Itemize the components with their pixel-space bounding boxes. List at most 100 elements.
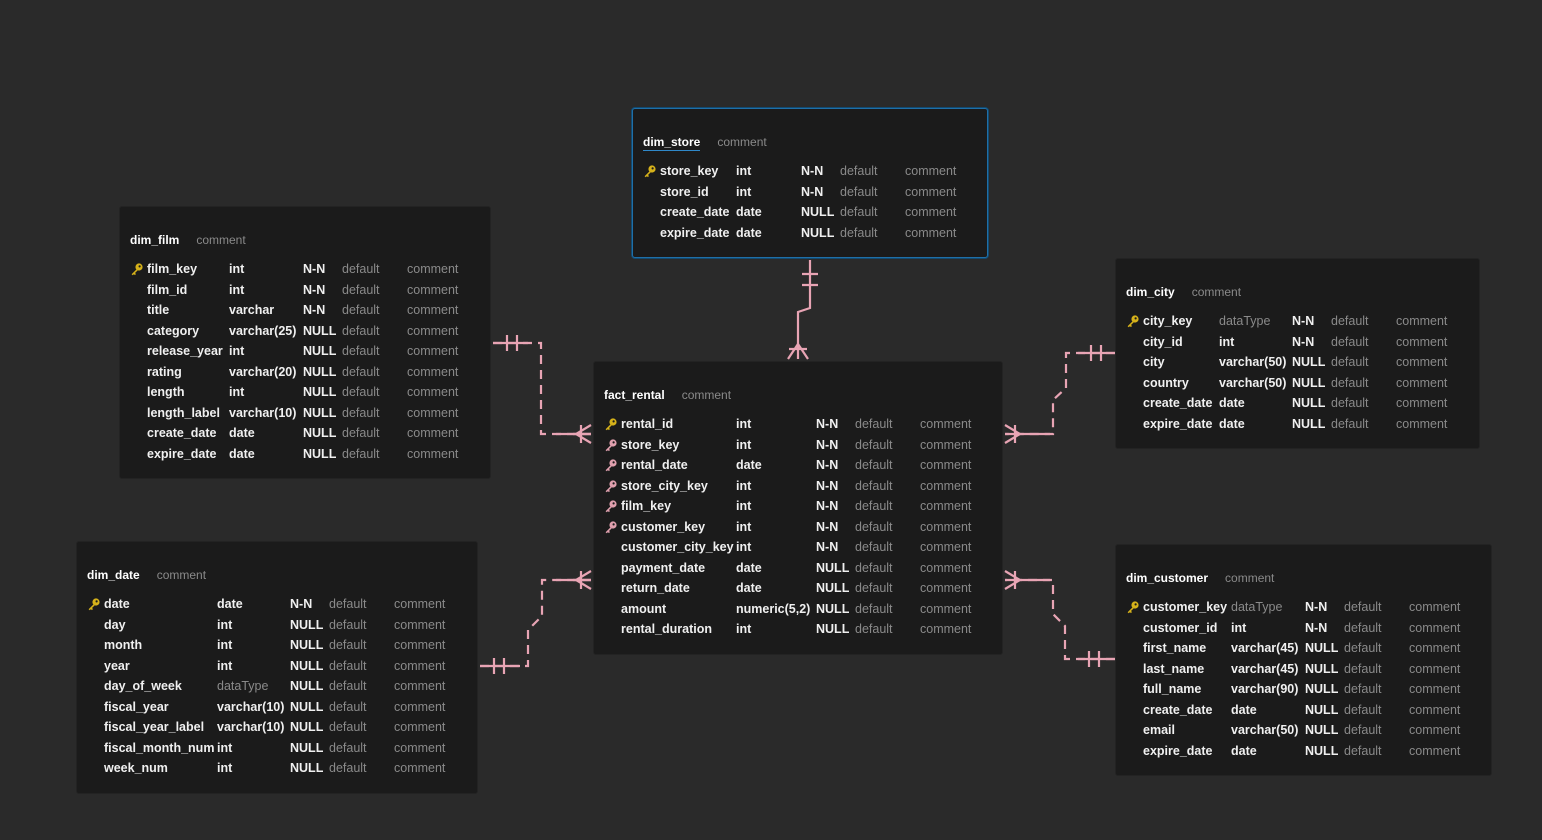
column-row[interactable]: length_label varchar(10) NULL default commen… <box>130 403 458 424</box>
column-row[interactable]: length int NULL default comment <box>130 382 458 403</box>
column-row[interactable]: first_name varchar(45) NULL default comment <box>1126 638 1460 659</box>
column-row[interactable]: expire_date date NULL default comment <box>1126 741 1460 762</box>
column-row[interactable]: release_year int NULL default comment <box>130 341 458 362</box>
column-row[interactable]: fiscal_month_num int NULL default comment <box>87 738 445 759</box>
table-fact-rental[interactable]: fact_rental comment rental_id int N-N default… <box>593 361 1003 655</box>
column-row[interactable]: customer_key dataType N-N default comment <box>1126 597 1460 618</box>
key-spacer <box>87 761 104 775</box>
column-name: last_name <box>1143 661 1205 676</box>
column-row[interactable]: return_date date NULL default comment <box>604 578 971 599</box>
table-header[interactable]: dim_city comment <box>1126 285 1241 301</box>
column-row[interactable]: title varchar N-N default comment <box>130 300 458 321</box>
column-row[interactable]: fiscal_year varchar(10) NULL default comment <box>87 697 445 718</box>
column-row[interactable]: rental_date date N-N default comment <box>604 455 971 476</box>
column-row[interactable]: rental_id int N-N default comment <box>604 414 971 435</box>
column-row[interactable]: payment_date date NULL default comment <box>604 558 971 579</box>
column-row[interactable]: category varchar(25) NULL default comment <box>130 321 458 342</box>
table-header[interactable]: dim_date comment <box>87 568 206 584</box>
column-type: date <box>229 426 255 441</box>
column-nullable: NULL <box>1292 375 1326 390</box>
table-comment[interactable]: comment <box>717 135 766 151</box>
column-row[interactable]: date date N-N default comment <box>87 594 445 615</box>
table-comment[interactable]: comment <box>196 233 245 249</box>
table-comment[interactable]: comment <box>682 388 731 404</box>
column-list: city_key dataType N-N default comment city_id… <box>1126 311 1447 434</box>
link-dim-date-fact-rental[interactable] <box>480 578 591 668</box>
table-header[interactable]: dim_store comment <box>643 135 767 151</box>
table-dim-store[interactable]: dim_store comment store_key int N-N default co… <box>632 108 988 258</box>
column-row[interactable]: last_name varchar(45) NULL default comment <box>1126 659 1460 680</box>
table-dim-date[interactable]: dim_date comment date date N-N default comment… <box>76 541 478 794</box>
column-row[interactable]: customer_key int N-N default comment <box>604 517 971 538</box>
column-comment: comment <box>1396 355 1448 370</box>
column-type: varchar <box>229 303 275 318</box>
column-row[interactable]: film_key int N-N default comment <box>130 259 458 280</box>
column-row[interactable]: week_num int NULL default comment <box>87 758 445 779</box>
link-dim-city-fact-rental[interactable] <box>1005 351 1115 436</box>
column-default: default <box>329 761 367 776</box>
column-row[interactable]: full_name varchar(90) NULL default comment <box>1126 679 1460 700</box>
column-row[interactable]: create_date date NULL default comment <box>643 202 956 223</box>
table-name[interactable]: dim_store <box>643 135 701 151</box>
column-row[interactable]: store_city_key int N-N default comment <box>604 476 971 497</box>
column-comment: comment <box>394 658 446 673</box>
table-comment[interactable]: comment <box>1192 285 1241 301</box>
column-row[interactable]: rental_duration int NULL default comment <box>604 619 971 640</box>
key-spacer <box>643 185 660 199</box>
column-row[interactable]: city varchar(50) NULL default comment <box>1126 352 1447 373</box>
diagram-canvas[interactable]: dim_store comment store_key int N-N default co… <box>0 0 1542 840</box>
column-row[interactable]: day int NULL default comment <box>87 615 445 636</box>
column-row[interactable]: store_key int N-N default comment <box>604 435 971 456</box>
column-row[interactable]: month int NULL default comment <box>87 635 445 656</box>
column-row[interactable]: create_date date NULL default comment <box>1126 700 1460 721</box>
key-spacer <box>130 406 147 420</box>
table-dim-customer[interactable]: dim_customer comment customer_key dataType N… <box>1115 544 1492 776</box>
column-row[interactable]: store_key int N-N default comment <box>643 161 956 182</box>
table-dim-city[interactable]: dim_city comment city_key dataType N-N defaul… <box>1115 258 1480 449</box>
table-comment[interactable]: comment <box>157 568 206 584</box>
column-row[interactable]: fiscal_year_label varchar(10) NULL default c… <box>87 717 445 738</box>
key-spacer <box>643 205 660 219</box>
column-row[interactable]: city_id int N-N default comment <box>1126 332 1447 353</box>
column-row[interactable]: day_of_week dataType NULL default comment <box>87 676 445 697</box>
link-dim-film-fact-rental[interactable] <box>493 341 591 436</box>
column-row[interactable]: year int NULL default comment <box>87 656 445 677</box>
table-header[interactable]: dim_film comment <box>130 233 246 249</box>
table-name[interactable]: dim_film <box>130 233 179 249</box>
column-row[interactable]: film_id int N-N default comment <box>130 280 458 301</box>
column-row[interactable]: email varchar(50) NULL default comment <box>1126 720 1460 741</box>
column-row[interactable]: customer_city_key int N-N default comment <box>604 537 971 558</box>
column-row[interactable]: amount numeric(5,2) NULL default comment <box>604 599 971 620</box>
column-row[interactable]: expire_date date NULL default comment <box>130 444 458 465</box>
table-comment[interactable]: comment <box>1225 571 1274 587</box>
column-comment: comment <box>407 405 459 420</box>
column-nullable: NULL <box>290 699 324 714</box>
table-name[interactable]: dim_city <box>1126 285 1175 301</box>
table-dim-film[interactable]: dim_film comment film_key int N-N default comm… <box>119 206 491 479</box>
table-name[interactable]: fact_rental <box>604 388 665 404</box>
column-row[interactable]: store_id int N-N default comment <box>643 182 956 203</box>
column-row[interactable]: film_key int N-N default comment <box>604 496 971 517</box>
column-row[interactable]: create_date date NULL default comment <box>130 423 458 444</box>
primary-key-icon <box>1126 314 1143 328</box>
column-default: default <box>342 323 380 338</box>
link-dim-customer-fact-rental[interactable] <box>1005 578 1115 661</box>
column-row[interactable]: rating varchar(20) NULL default comment <box>130 362 458 383</box>
column-name: category <box>147 323 200 338</box>
column-row[interactable]: expire_date date NULL default comment <box>643 223 956 244</box>
column-row[interactable]: country varchar(50) NULL default comment <box>1126 373 1447 394</box>
column-row[interactable]: create_date date NULL default comment <box>1126 393 1447 414</box>
column-name: email <box>1143 723 1175 738</box>
primary-key-icon <box>130 262 147 276</box>
column-row[interactable]: city_key dataType N-N default comment <box>1126 311 1447 332</box>
column-row[interactable]: customer_id int N-N default comment <box>1126 618 1460 639</box>
column-nullable: NULL <box>1305 743 1339 758</box>
column-row[interactable]: expire_date date NULL default comment <box>1126 414 1447 435</box>
table-header[interactable]: fact_rental comment <box>604 388 731 404</box>
column-name: film_key <box>621 499 672 514</box>
column-comment: comment <box>1409 661 1461 676</box>
table-header[interactable]: dim_customer comment <box>1126 571 1274 587</box>
table-name[interactable]: dim_date <box>87 568 140 584</box>
table-name[interactable]: dim_customer <box>1126 571 1208 587</box>
column-type: date <box>736 205 762 220</box>
